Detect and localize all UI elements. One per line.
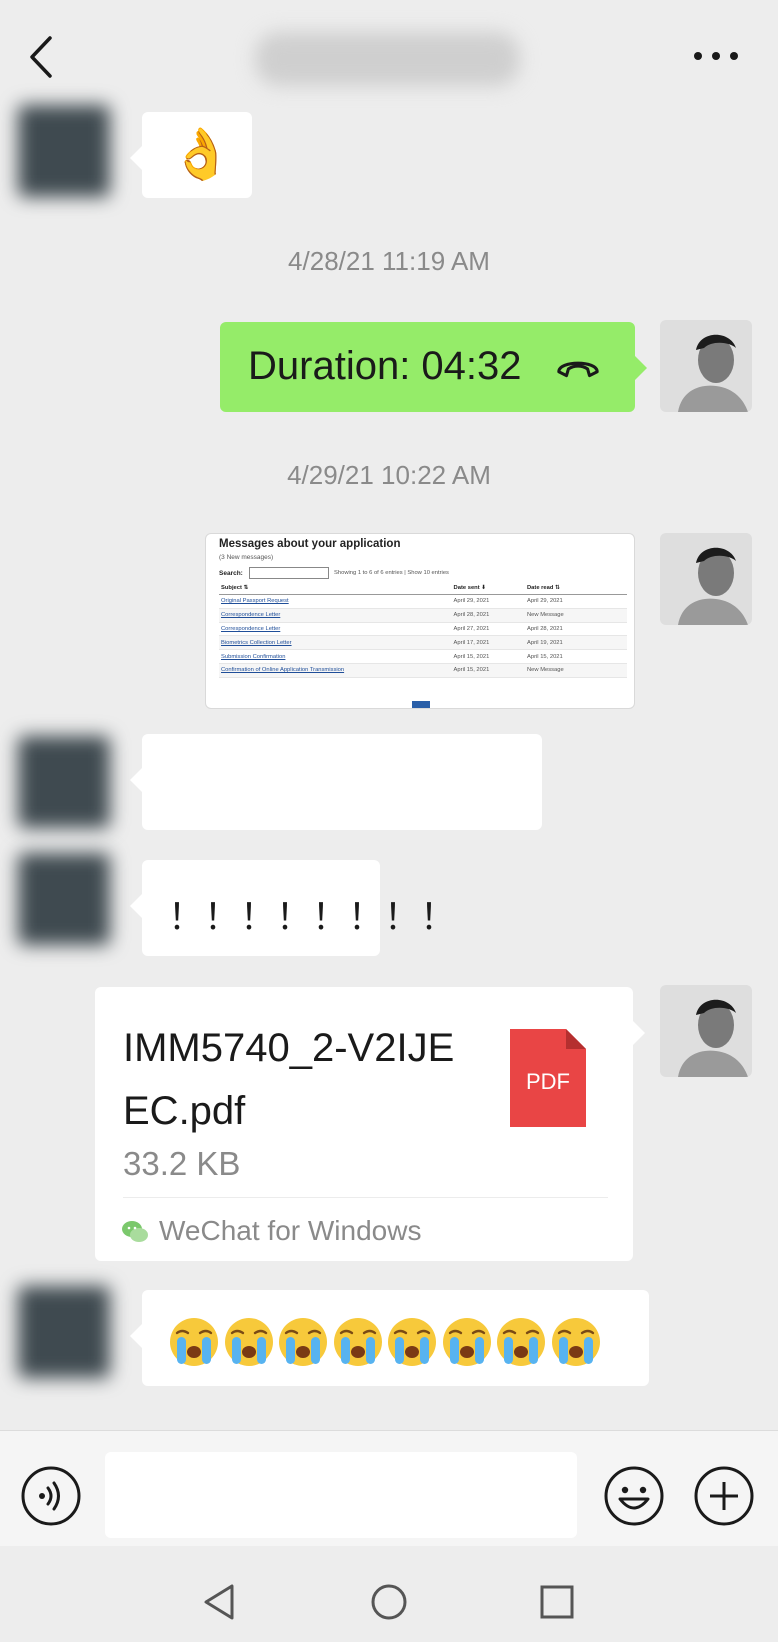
timestamp: 4/29/21 10:22 AM bbox=[287, 460, 491, 490]
table-cell: April 27, 2021 bbox=[451, 622, 525, 637]
person-photo-icon bbox=[660, 320, 752, 412]
square-recent-icon[interactable] bbox=[537, 1582, 577, 1622]
column-header: Subject ⇅ bbox=[219, 582, 452, 595]
table-cell: April 15, 2021 bbox=[524, 649, 627, 664]
table-cell: April 15, 2021 bbox=[451, 649, 525, 664]
divider bbox=[123, 1197, 608, 1198]
screenshot-subtitle: (3 New messages) bbox=[219, 554, 274, 561]
loudly-crying-face-icon bbox=[551, 1318, 600, 1366]
contact-avatar[interactable] bbox=[18, 736, 110, 828]
table-cell: April 29, 2021 bbox=[524, 594, 627, 609]
more-dots-icon[interactable] bbox=[692, 44, 740, 68]
file-source: WeChat for Windows bbox=[159, 1215, 422, 1246]
hang-up-phone-icon bbox=[557, 361, 599, 378]
table-cell: Correspondence Letter bbox=[219, 608, 452, 623]
table-cell: Original Passport Request bbox=[219, 594, 452, 609]
table-cell: April 19, 2021 bbox=[524, 635, 627, 651]
message-input[interactable] bbox=[105, 1452, 577, 1538]
pdf-label: PDF bbox=[526, 1069, 570, 1094]
screenshot-title: Messages about your application bbox=[219, 538, 401, 550]
table-cell: Submission Confirmation bbox=[219, 649, 452, 664]
table-row: Correspondence Letter April 28, 2021 New M… bbox=[219, 608, 627, 623]
loudly-crying-face-icon bbox=[170, 1318, 218, 1366]
table-cell: New Message bbox=[524, 663, 627, 678]
timestamp: 4/28/21 11:19 AM bbox=[288, 246, 490, 276]
file-message[interactable]: IMM5740_2-V2IJEEC.pdf 33.2 KB PDF WeChat… bbox=[95, 987, 645, 1261]
table-cell: Correspondence Letter bbox=[219, 622, 452, 637]
table-row: Biometrics Collection Letter April 17, 20… bbox=[219, 635, 627, 651]
plus-circle-icon[interactable] bbox=[693, 1465, 755, 1527]
file-size: 33.2 KB bbox=[123, 1145, 241, 1182]
table-cell: Confirmation of Online Application Trans… bbox=[219, 663, 452, 678]
loudly-crying-face-icon bbox=[224, 1318, 273, 1366]
table-cell: April 15, 2021 bbox=[451, 663, 525, 678]
call-duration-text: Duration: 04:32 bbox=[248, 344, 522, 388]
image-message[interactable]: Messages about your application (3 New m… bbox=[205, 533, 635, 709]
loudly-crying-face-icon bbox=[333, 1318, 382, 1366]
screenshot-search-label: Search: bbox=[219, 570, 243, 577]
circle-home-icon[interactable] bbox=[369, 1582, 409, 1622]
chat-title-redacted bbox=[255, 32, 520, 86]
my-avatar[interactable] bbox=[660, 320, 752, 412]
my-avatar[interactable] bbox=[660, 985, 752, 1077]
screenshot-pager bbox=[412, 701, 430, 708]
chevron-left-icon[interactable] bbox=[22, 34, 62, 80]
smiley-icon[interactable] bbox=[603, 1465, 665, 1527]
loudly-crying-face-icon bbox=[279, 1318, 327, 1366]
person-photo-icon bbox=[660, 533, 752, 625]
wechat-icon bbox=[122, 1221, 148, 1242]
loudly-crying-face-icon bbox=[388, 1318, 436, 1366]
my-avatar[interactable] bbox=[660, 533, 752, 625]
table-cell: April 29, 2021 bbox=[451, 594, 525, 609]
table-row: Submission Confirmation April 15, 2021 Apr… bbox=[219, 649, 627, 664]
message-text: ！！！！！！！！ bbox=[168, 896, 457, 937]
table-cell: Biometrics Collection Letter bbox=[219, 635, 452, 651]
table-cell: New Message bbox=[524, 608, 627, 623]
contact-avatar[interactable] bbox=[18, 853, 110, 945]
ok-hand-icon: 👌 bbox=[170, 125, 233, 183]
screenshot-search-box bbox=[249, 567, 329, 579]
loudly-crying-face-icon bbox=[497, 1318, 545, 1366]
person-photo-icon bbox=[660, 985, 752, 1077]
column-header: Date sent ⬇ bbox=[451, 582, 525, 595]
table-row: Correspondence Letter April 27, 2021 April… bbox=[219, 622, 627, 637]
column-header: Date read ⇅ bbox=[524, 582, 627, 595]
table-row: Original Passport Request April 29, 2021 A… bbox=[219, 594, 627, 609]
contact-avatar[interactable] bbox=[18, 105, 110, 197]
triangle-back-icon[interactable] bbox=[200, 1582, 240, 1622]
contact-avatar[interactable] bbox=[18, 1286, 110, 1378]
table-cell: April 28, 2021 bbox=[524, 622, 627, 637]
table-cell: April 28, 2021 bbox=[451, 608, 525, 623]
screenshot-info: Showing 1 to 6 of 6 entries | Show 10 en… bbox=[334, 570, 449, 576]
voice-icon[interactable] bbox=[20, 1465, 82, 1527]
file-name: IMM5740_2-V2IJEEC.pdf bbox=[123, 1026, 455, 1133]
table-row: Confirmation of Online Application Trans… bbox=[219, 663, 627, 678]
loudly-crying-face-icon bbox=[442, 1318, 491, 1366]
text-message[interactable] bbox=[130, 734, 542, 830]
screenshot-table: Subject ⇅ Date sent ⬇ Date read ⇅ Origin… bbox=[219, 582, 627, 678]
table-cell: April 17, 2021 bbox=[451, 635, 525, 651]
